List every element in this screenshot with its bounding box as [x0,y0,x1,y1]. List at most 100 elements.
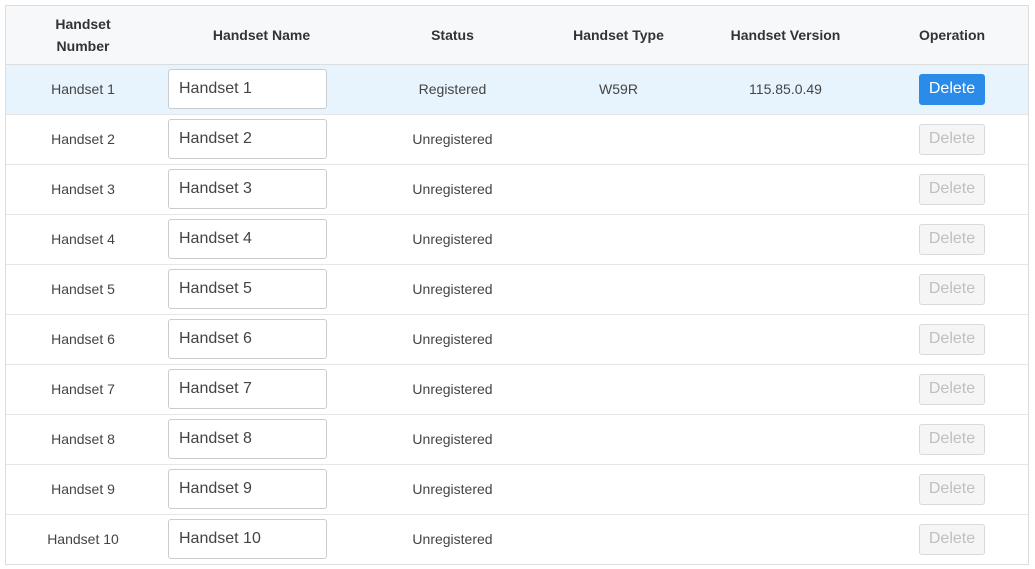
handset-number-cell: Handset 9 [6,464,160,515]
table-row: Handset 5 Unregistered Delete [6,264,1028,315]
table-body: Handset 1 Registered W59R 115.85.0.49 De… [6,64,1028,564]
handset-version-cell [695,314,876,365]
handset-version-cell [695,414,876,465]
handset-name-input[interactable] [168,369,327,409]
handset-number-cell: Handset 8 [6,414,160,465]
handset-table-container: Handset Number Handset Name Status Hands… [5,5,1029,565]
column-header-status: Status [363,6,542,65]
handset-name-input[interactable] [168,169,327,209]
handset-type-cell [542,414,695,465]
operation-cell: Delete [876,214,1028,265]
handset-type-cell [542,114,695,165]
operation-cell: Delete [876,164,1028,215]
handset-name-input[interactable] [168,269,327,309]
handset-name-input[interactable] [168,119,327,159]
status-cell: Unregistered [363,414,542,465]
status-cell: Unregistered [363,114,542,165]
column-header-handset-number: Handset Number [6,6,160,65]
handset-name-cell [160,214,363,265]
operation-cell: Delete [876,514,1028,564]
handset-table: Handset Number Handset Name Status Hands… [6,6,1028,564]
operation-cell: Delete [876,364,1028,415]
status-cell: Unregistered [363,314,542,365]
status-cell: Unregistered [363,264,542,315]
handset-name-cell [160,364,363,415]
handset-type-cell [542,464,695,515]
header-row: Handset Number Handset Name Status Hands… [6,6,1028,65]
handset-version-cell [695,164,876,215]
handset-version-cell: 115.85.0.49 [695,64,876,115]
status-cell: Unregistered [412,531,493,548]
table-row: Handset 8 Unregistered Delete [6,414,1028,465]
table-row: Handset 3 Unregistered Delete [6,164,1028,215]
operation-cell: Delete [876,314,1028,365]
handset-name-cell [160,514,363,564]
handset-number-cell: Handset 2 [6,114,160,165]
table-row: Handset 10 Unregistered Delete [6,514,1028,564]
handset-name-input[interactable] [168,219,327,259]
column-header-handset-name: Handset Name [160,6,363,65]
delete-button[interactable]: Delete [918,373,986,405]
delete-button[interactable]: Delete [918,73,986,105]
handset-name-input[interactable] [168,319,327,359]
handset-type-cell [542,514,695,564]
table-row: Handset 9 Unregistered Delete [6,464,1028,515]
handset-name-input[interactable] [168,519,327,560]
table-row: Handset 2 Unregistered Delete [6,114,1028,165]
status-cell: Unregistered [363,214,542,265]
operation-cell: Delete [876,414,1028,465]
handset-name-cell [160,64,363,115]
table-row: Handset 6 Unregistered Delete [6,314,1028,365]
column-header-handset-number-label: Handset Number [55,15,111,54]
handset-name-cell [160,314,363,365]
column-header-operation: Operation [876,6,1028,65]
column-header-handset-type: Handset Type [542,6,695,65]
operation-cell: Delete [876,264,1028,315]
handset-version-cell [695,514,876,564]
handset-name-cell [160,114,363,165]
handset-number-cell: Handset 5 [6,264,160,315]
handset-type-cell: W59R [542,64,695,115]
table-row: Handset 7 Unregistered Delete [6,364,1028,415]
handset-number-cell: Handset 1 [6,64,160,115]
handset-type-cell [542,214,695,265]
handset-number-cell: Handset 3 [6,164,160,215]
handset-number-cell: Handset 7 [6,364,160,415]
handset-name-input[interactable] [168,419,327,459]
handset-version-cell [695,264,876,315]
delete-button[interactable]: Delete [918,223,986,255]
handset-name-cell [160,464,363,515]
table-row: Handset 1 Registered W59R 115.85.0.49 De… [6,64,1028,115]
delete-button[interactable]: Delete [918,273,986,305]
delete-button[interactable]: Delete [918,173,986,205]
handset-name-input[interactable] [168,69,327,109]
delete-button[interactable]: Delete [918,523,986,555]
table-header: Handset Number Handset Name Status Hands… [6,6,1028,65]
handset-type-cell [542,164,695,215]
handset-version-cell [695,214,876,265]
handset-type-cell [542,264,695,315]
operation-cell: Delete [876,464,1028,515]
handset-number-cell: Handset 4 [6,214,160,265]
handset-version-cell [695,364,876,415]
handset-name-cell [160,414,363,465]
handset-number-cell: Handset 6 [6,314,160,365]
handset-type-cell [542,314,695,365]
status-cell: Unregistered [363,364,542,415]
delete-button[interactable]: Delete [918,423,986,455]
delete-button[interactable]: Delete [918,473,986,505]
table-row: Handset 4 Unregistered Delete [6,214,1028,265]
column-header-handset-version: Handset Version [695,6,876,65]
handset-type-cell [542,364,695,415]
handset-version-cell [695,464,876,515]
operation-cell: Delete [876,114,1028,165]
handset-name-input[interactable] [168,469,327,509]
delete-button[interactable]: Delete [918,323,986,355]
handset-name-cell [160,264,363,315]
status-cell: Registered [363,64,542,115]
status-cell: Unregistered [363,164,542,215]
handset-number-cell: Handset 10 [47,531,119,548]
delete-button[interactable]: Delete [918,123,986,155]
handset-name-cell [160,164,363,215]
handset-version-cell [695,114,876,165]
